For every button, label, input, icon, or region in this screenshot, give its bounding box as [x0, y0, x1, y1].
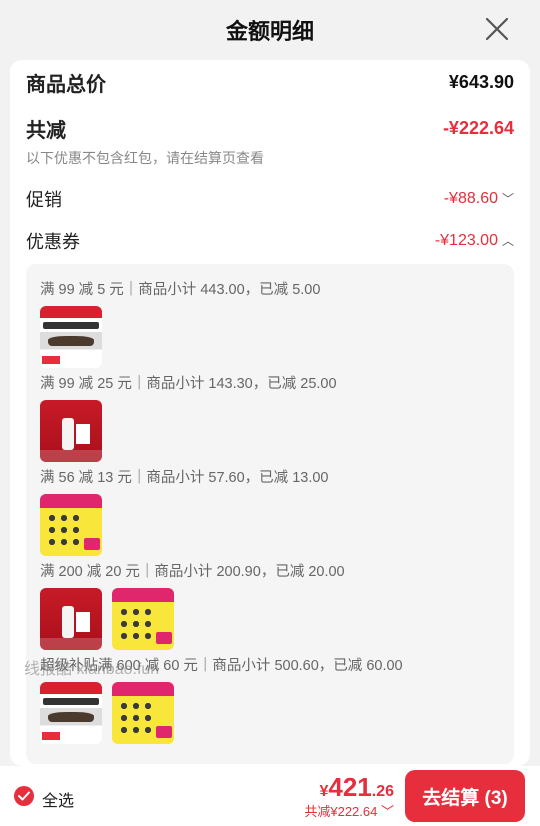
promo-row[interactable]: 促销 -¥88.60 ﹀ — [26, 186, 514, 212]
discount-label: 共减 — [26, 120, 66, 142]
product-thumb-patch[interactable] — [112, 588, 174, 650]
goods-total-value: ¥643.90 — [448, 72, 514, 92]
coupon-rule: 满 56 减 13 元｜商品小计 57.60，已减 13.00 — [40, 470, 329, 486]
coupon-label: 优惠券 — [26, 232, 80, 252]
coupon-rule: 满 99 减 5 元｜商品小计 443.00，已减 5.00 — [40, 282, 321, 298]
product-thumb-patch[interactable] — [40, 494, 102, 556]
product-thumbs — [40, 306, 102, 368]
coupon-rule: 满 200 减 20 元｜商品小计 200.90，已减 20.00 — [40, 564, 345, 580]
coupon-rule: 超级补贴满 600 减 60 元｜商品小计 500.60，已减 60.00 — [40, 658, 403, 674]
header: 金额明细 — [0, 0, 540, 58]
discount-value: -¥222.64 — [442, 118, 514, 138]
select-all-label[interactable]: 全选 — [42, 787, 74, 811]
product-thumbs — [40, 588, 174, 650]
checkout-button[interactable]: 去结算 (3) — [405, 770, 525, 822]
product-thumb-patch[interactable] — [112, 682, 174, 744]
chevron-down-icon: ﹀ — [501, 192, 514, 206]
product-thumbs — [40, 494, 102, 556]
close-icon[interactable] — [484, 16, 510, 42]
select-all-checkbox[interactable] — [14, 786, 34, 806]
goods-total-row: 商品总价 ¥643.90 — [26, 68, 514, 97]
promo-value: -¥88.60 — [443, 190, 498, 207]
product-thumbs — [40, 400, 102, 462]
goods-total-label: 商品总价 — [26, 74, 106, 96]
chevron-down-icon: ﹀ — [380, 804, 394, 819]
coupon-detail-panel: 满 99 减 5 元｜商品小计 443.00，已减 5.00 满 99 减 25… — [26, 264, 514, 764]
product-thumb-serum[interactable] — [40, 400, 102, 462]
product-thumbs — [40, 682, 174, 744]
total-integer: 421 — [328, 772, 372, 802]
discount-note: 以下优惠不包含红包，请在结算页查看 — [26, 150, 264, 166]
product-thumb-serum[interactable] — [40, 588, 102, 650]
coupon-value: -¥123.00 — [434, 232, 498, 249]
promo-label: 促销 — [26, 190, 62, 210]
product-thumb-sun-hat[interactable] — [40, 682, 102, 744]
chevron-up-icon: ︿ — [501, 234, 514, 248]
total-saved-text: 共减¥222.64 — [304, 804, 378, 819]
total-decimal: .26 — [371, 783, 394, 800]
check-icon — [18, 791, 30, 801]
checkout-bar: 全选 ¥421.26 共减¥222.64 ﹀ 去结算 (3) — [0, 766, 540, 826]
discount-row: 共减 -¥222.64 — [26, 114, 514, 143]
order-total: ¥421.26 共减¥222.64 ﹀ — [304, 772, 394, 820]
product-thumb-sun-hat[interactable] — [40, 306, 102, 368]
coupon-row[interactable]: 优惠券 -¥123.00 ︿ — [26, 228, 514, 254]
total-saved[interactable]: 共减¥222.64 ﹀ — [304, 801, 394, 820]
page-title: 金额明细 — [225, 19, 314, 44]
coupon-rule: 满 99 减 25 元｜商品小计 143.30，已减 25.00 — [40, 376, 337, 392]
price-detail-card: 商品总价 ¥643.90 共减 -¥222.64 以下优惠不包含红包，请在结算页… — [10, 60, 530, 766]
